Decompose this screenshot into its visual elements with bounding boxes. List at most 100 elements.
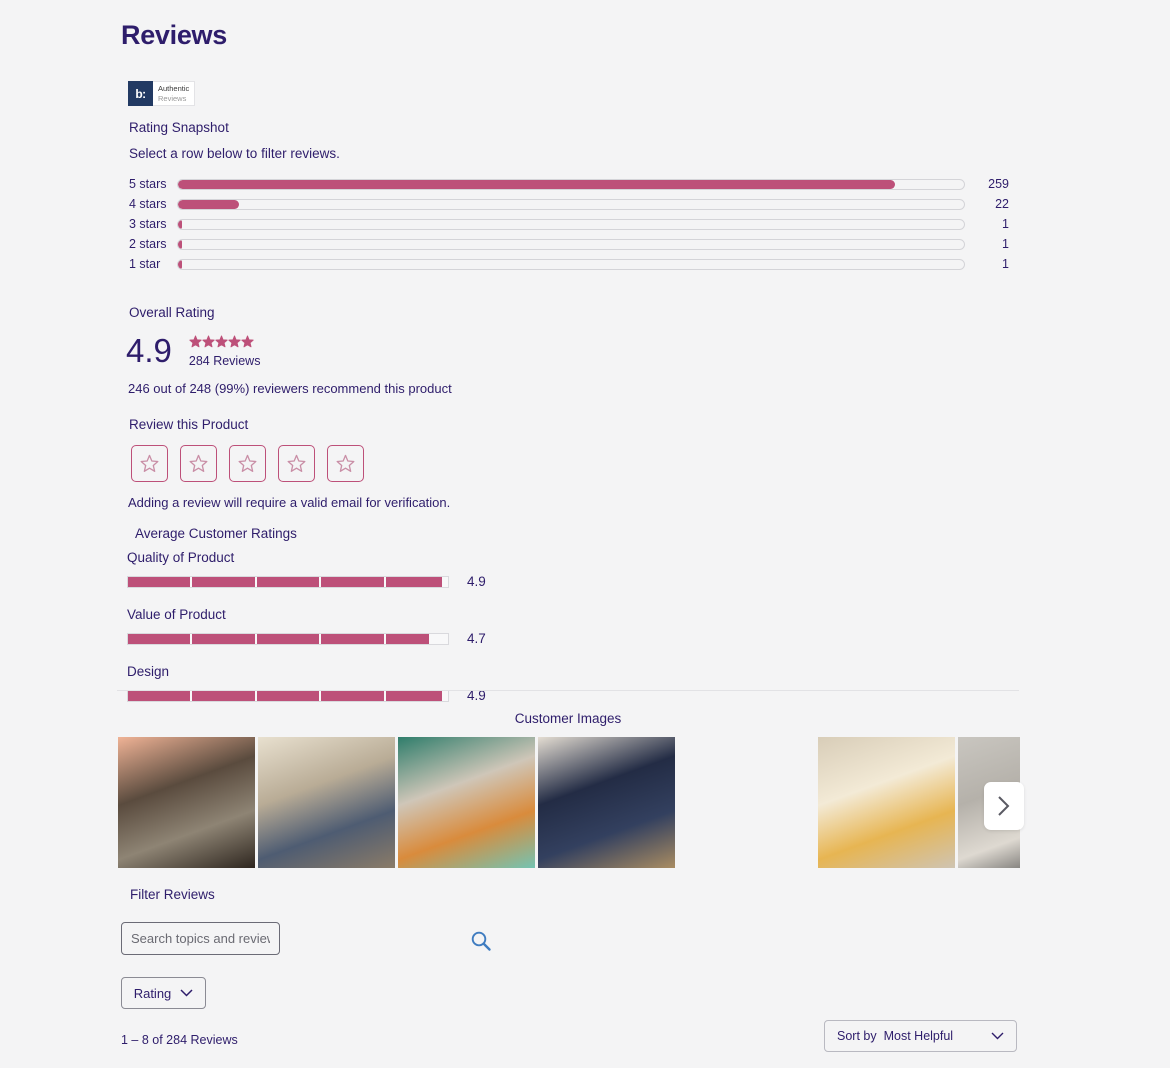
average-customer-ratings-list: Quality of Product 4.9 Value of Product 4.7…: [127, 550, 527, 721]
rating-segment: [256, 690, 320, 701]
star-icon: [287, 454, 306, 472]
customer-photo: [538, 737, 675, 868]
overall-rating-label: Overall Rating: [129, 305, 215, 320]
rating-segment: [385, 690, 449, 701]
rating-segment-fill: [256, 576, 320, 587]
rating-segment-fill: [385, 690, 442, 701]
customer-images-title: Customer Images: [514, 711, 622, 726]
customer-image-thumbnail[interactable]: [678, 737, 815, 868]
rating-segment: [321, 690, 384, 701]
average-rating-bar: [127, 575, 449, 588]
histogram-row-5-star[interactable]: 5 stars 259: [129, 174, 1009, 194]
search-button[interactable]: [468, 928, 494, 954]
histogram-bar-track: [177, 178, 965, 190]
histogram-row-label: 3 stars: [129, 217, 167, 231]
histogram-row-count: 22: [995, 197, 1009, 211]
carousel-next-button[interactable]: [984, 782, 1024, 830]
rating-segment: [321, 633, 384, 644]
average-rating-bar: [127, 632, 449, 645]
histogram-row-3-star[interactable]: 3 stars 1: [129, 214, 1009, 234]
write-review-star-buttons: [131, 445, 364, 482]
chevron-down-icon: [180, 989, 193, 997]
recommend-text: 246 out of 248 (99%) reviewers recommend…: [128, 381, 452, 396]
histogram-row-count: 259: [988, 177, 1009, 191]
rating-segment: [385, 576, 449, 587]
rating-segment: [192, 690, 255, 701]
average-rating-item: Quality of Product 4.9: [127, 550, 527, 589]
customer-photo: [398, 737, 535, 868]
review-verification-note: Adding a review will require a valid ema…: [128, 495, 451, 510]
rating-snapshot-title: Rating Snapshot: [129, 120, 229, 135]
rating-segment-fill: [321, 690, 384, 701]
average-rating-name: Value of Product: [127, 607, 226, 622]
histogram-row-count: 1: [1002, 217, 1009, 231]
star-icon: [215, 335, 228, 347]
histogram-row-label: 2 stars: [129, 237, 167, 251]
customer-photo: [818, 737, 955, 868]
histogram-bar-fill: [178, 219, 182, 229]
rating-segment-fill: [128, 690, 191, 701]
rating-segment-fill: [128, 576, 191, 587]
rating-segment-fill: [256, 633, 320, 644]
overall-rating-value: 4.9: [126, 332, 172, 369]
rating-segment-fill: [192, 690, 255, 701]
review-this-product-label: Review this Product: [129, 417, 249, 432]
reviews-page: Reviews b: Authentic Reviews Rating Snap…: [0, 0, 1170, 1068]
customer-image-thumbnail[interactable]: [538, 737, 675, 868]
authentic-reviews-badge: b: Authentic Reviews: [128, 81, 196, 106]
rate-1-star-button[interactable]: [131, 445, 168, 482]
rating-segment: [256, 633, 320, 644]
histogram-row-1-star[interactable]: 1 star 1: [129, 254, 1009, 274]
chevron-right-icon: [998, 796, 1010, 816]
rating-filter-label: Rating: [133, 985, 172, 1001]
histogram-row-count: 1: [1002, 257, 1009, 271]
bazaarvoice-logo-icon: b:: [128, 81, 153, 106]
histogram-row-label: 5 stars: [129, 177, 167, 191]
rate-2-star-button[interactable]: [180, 445, 217, 482]
customer-image-thumbnail[interactable]: [258, 737, 395, 868]
average-rating-name: Design: [127, 664, 170, 679]
page-title: Reviews: [121, 20, 227, 50]
rating-segment: [385, 633, 449, 644]
rating-segment-fill: [321, 576, 384, 587]
sort-by-dropdown[interactable]: Sort by Most Helpful: [824, 1020, 1017, 1052]
rate-4-star-button[interactable]: [278, 445, 315, 482]
review-count-text: 1 – 8 of 284 Reviews: [121, 1033, 238, 1047]
star-icon: [238, 454, 257, 472]
sort-by-value: Most Helpful: [883, 1029, 954, 1043]
search-input[interactable]: [121, 922, 280, 955]
rating-histogram: 5 stars 259 4 stars 22 3 stars 1 2 stars 1 1 sta…: [129, 174, 1009, 274]
average-rating-bar: [127, 689, 449, 702]
customer-image-thumbnail[interactable]: [818, 737, 955, 868]
histogram-row-count: 1: [1002, 237, 1009, 251]
search-icon: [471, 931, 491, 951]
overall-rating-stars: [189, 333, 261, 349]
histogram-row-label: 4 stars: [129, 197, 167, 211]
rating-segment-fill: [321, 633, 384, 644]
rating-segment-fill: [256, 690, 320, 701]
rating-segment: [192, 576, 255, 587]
star-icon: [241, 335, 254, 347]
rating-filter-dropdown[interactable]: Rating: [121, 977, 206, 1009]
rate-3-star-button[interactable]: [229, 445, 266, 482]
histogram-bar-fill: [178, 259, 182, 269]
rating-segment: [128, 576, 191, 587]
customer-image-thumbnail[interactable]: [118, 737, 255, 868]
section-divider: [117, 690, 1019, 691]
histogram-bar-track: [177, 198, 965, 210]
customer-photo: [678, 737, 815, 868]
customer-image-thumbnail[interactable]: [398, 737, 535, 868]
rate-5-star-button[interactable]: [327, 445, 364, 482]
histogram-bar-track: [177, 218, 965, 230]
average-rating-value: 4.9: [467, 574, 486, 589]
histogram-bar-fill: [178, 179, 895, 189]
rating-segment-fill: [192, 576, 255, 587]
rating-segment: [256, 576, 320, 587]
histogram-row-label: 1 star: [129, 257, 161, 271]
badge-line-2: Reviews: [158, 93, 187, 103]
customer-images-carousel[interactable]: [118, 737, 1020, 868]
histogram-row-4-star[interactable]: 4 stars 22: [129, 194, 1009, 214]
star-icon: [202, 335, 215, 347]
rating-segment-fill: [385, 633, 430, 644]
histogram-row-2-star[interactable]: 2 stars 1: [129, 234, 1009, 254]
